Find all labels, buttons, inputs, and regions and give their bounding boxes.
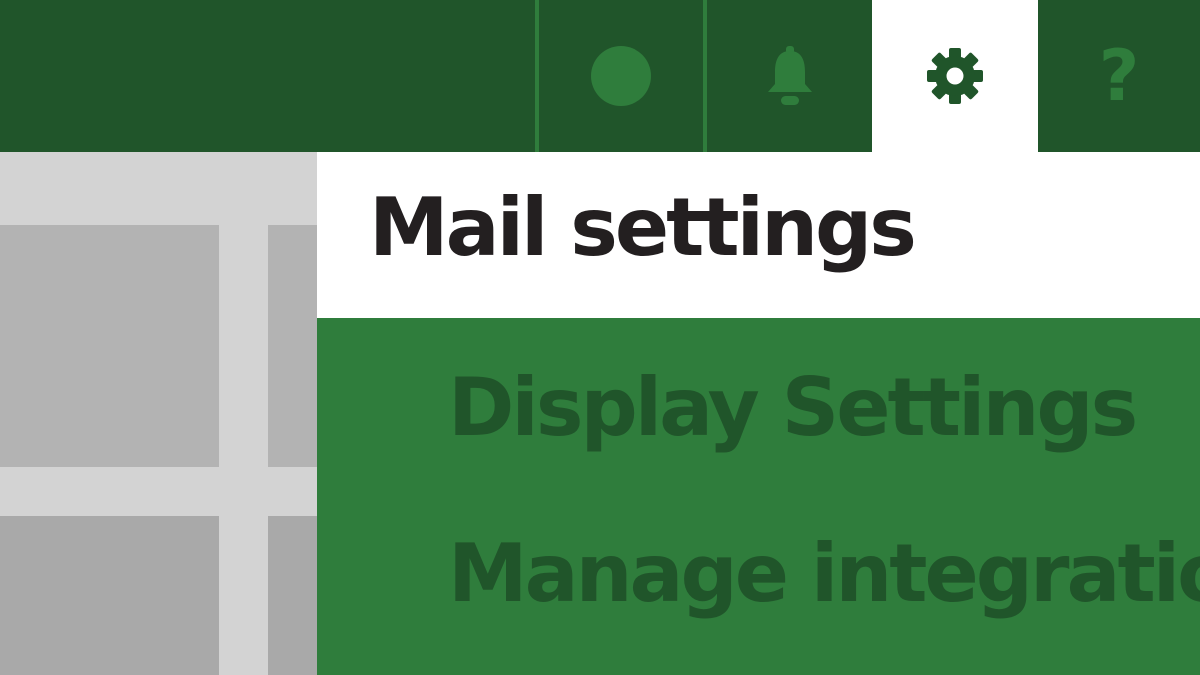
- bell-icon: [767, 46, 812, 105]
- settings-menu: Display Settings Manage integrations: [317, 318, 1200, 675]
- grid-tile: [268, 516, 317, 675]
- settings-title: Mail settings: [369, 181, 917, 274]
- settings-button[interactable]: [872, 0, 1038, 152]
- gear-icon: [927, 48, 983, 104]
- settings-header: Mail settings: [317, 152, 1200, 318]
- grid-tile: [0, 516, 219, 675]
- app-grid-panel: [0, 152, 317, 675]
- menu-item-display-settings[interactable]: Display Settings: [448, 368, 1138, 448]
- grid-tile: [0, 225, 219, 467]
- notifications-button[interactable]: [707, 0, 872, 152]
- top-toolbar: ?: [0, 0, 1200, 152]
- question-icon: ?: [1098, 35, 1140, 117]
- grid-tile: [268, 225, 317, 467]
- menu-item-manage-integrations[interactable]: Manage integrations: [448, 534, 1200, 614]
- status-button[interactable]: [535, 0, 707, 152]
- help-button[interactable]: ?: [1038, 0, 1200, 152]
- status-dot-icon: [591, 46, 651, 106]
- app-frame: ? Mail settings Display Settings Manage …: [0, 0, 1200, 675]
